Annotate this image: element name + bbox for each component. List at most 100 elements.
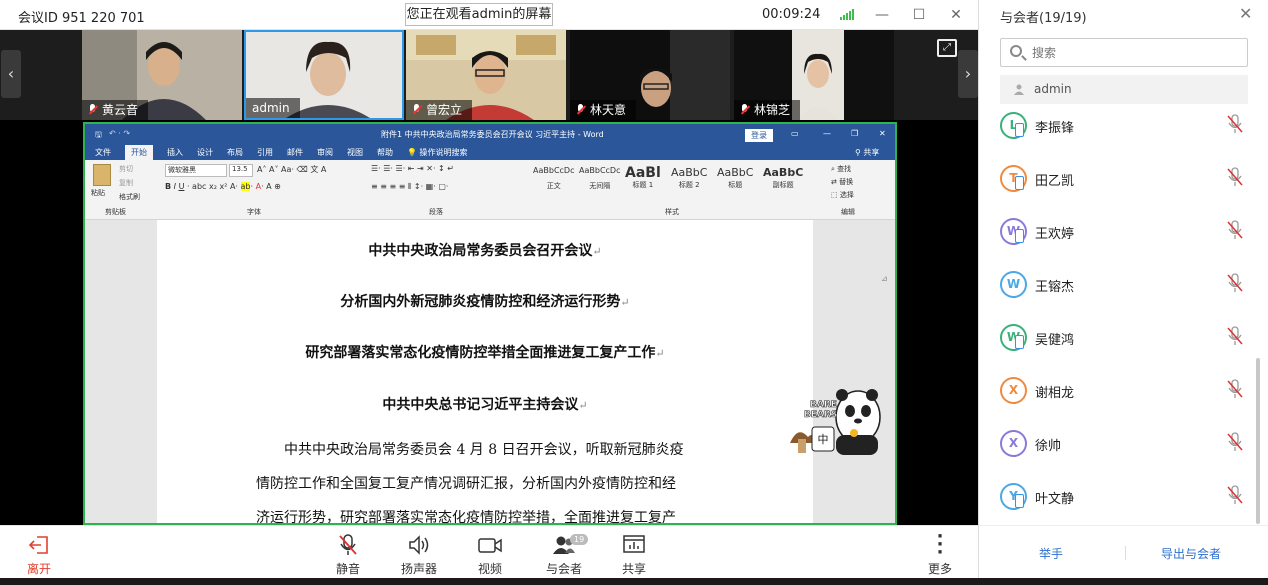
video-tile[interactable]: 林天意 xyxy=(570,30,730,120)
tab-view: 视图 xyxy=(347,147,363,157)
participant-item[interactable]: W 吴健鸿 xyxy=(979,312,1268,365)
sticker-text-bears: BEARS xyxy=(804,410,837,420)
doc-heading-2: 分析国内外新冠肺炎疫情防控和经济运行形势↵ xyxy=(340,294,630,310)
participant-item[interactable]: X 谢相龙 xyxy=(979,365,1268,418)
muted-mic-icon xyxy=(1227,273,1243,292)
close-window-button[interactable]: ✕ xyxy=(943,4,969,26)
tab-file: 文件 xyxy=(95,147,111,157)
prev-video-button[interactable]: ‹ xyxy=(1,50,21,98)
video-tile[interactable]: 黄云音 xyxy=(82,30,242,120)
muted-mic-icon xyxy=(1227,326,1243,345)
participant-item[interactable]: T 田乙凯 xyxy=(979,153,1268,206)
mobile-device-icon xyxy=(1015,229,1024,243)
participant-item[interactable]: Y 叶文静 xyxy=(979,471,1268,524)
participants-count-badge: 19 xyxy=(570,534,589,545)
avatar: T xyxy=(1000,165,1027,192)
share-screen-icon xyxy=(623,535,645,553)
cut-label: 剪切 xyxy=(119,165,133,173)
paragraph-list-icons: ☰· ☰· ☰· ⇤ ⇥ ✕· ↕ ↵ xyxy=(371,164,455,173)
tab-design: 设计 xyxy=(197,147,213,157)
video-button[interactable]: 视频 xyxy=(460,532,520,577)
login-button[interactable]: 登录 xyxy=(745,129,773,142)
minimize-button[interactable]: — xyxy=(869,4,895,26)
document-page: 中共中央政治局常务委员会召开会议↵ 分析国内外新冠肺炎疫情防控和经济运行形势↵ … xyxy=(157,220,813,523)
style-heading2: AaBbC 标题 2 xyxy=(671,166,708,189)
muted-mic-icon xyxy=(576,104,585,116)
participant-item[interactable]: X 徐帅 xyxy=(979,418,1268,471)
format-painter-label: 格式刷 xyxy=(119,193,140,201)
video-tile-label: admin xyxy=(246,98,300,118)
tab-home: 开始 xyxy=(125,144,153,160)
select-label: ⬚ 选择 xyxy=(831,191,854,199)
video-tile-active-speaker[interactable]: admin xyxy=(244,30,404,120)
fullscreen-icon[interactable]: ⤢ xyxy=(937,39,957,57)
panel-footer: 举手 导出与会者 xyxy=(979,525,1268,585)
participant-item[interactable]: W 王镕杰 xyxy=(979,259,1268,312)
word-title-bar: 🖫 ↶ · ↷ 附件1 中共中央政治局常务委员会召开会议 习近平主持 - Wor… xyxy=(85,124,895,144)
save-icon: 🖫 xyxy=(95,130,102,139)
muted-mic-icon xyxy=(412,104,421,116)
panel-close-icon[interactable]: ✕ xyxy=(1239,4,1252,23)
next-video-button[interactable]: › xyxy=(958,50,978,98)
tell-me-search: 💡 操作说明搜索 xyxy=(407,147,468,157)
leave-button[interactable]: 离开 xyxy=(9,532,69,577)
speaker-button[interactable]: 扬声器 xyxy=(389,532,449,577)
word-restore-icon: ❐ xyxy=(851,129,859,138)
participant-item[interactable]: L 李振锋 xyxy=(979,104,1268,153)
video-tile-label: 林天意 xyxy=(570,100,637,120)
doc-heading-3: 研究部署落实常态化疫情防控举措全面推进复工复产工作↵ xyxy=(305,345,665,361)
host-row[interactable]: admin xyxy=(1000,75,1248,104)
video-tile[interactable]: 曾宏立 xyxy=(406,30,566,120)
tab-help: 帮助 xyxy=(377,147,393,157)
participant-item[interactable]: W 王欢婷 xyxy=(979,206,1268,259)
ribbon-display-icon: ▭ xyxy=(791,129,799,138)
maximize-button[interactable]: ☐ xyxy=(906,4,932,26)
avatar: W xyxy=(1000,218,1027,245)
muted-mic-icon xyxy=(1227,485,1243,504)
avatar: X xyxy=(1000,430,1027,457)
muted-mic-icon xyxy=(1227,379,1243,398)
font-format-icons: B I U · abc x₂ x² A· ab· A· A ⊕ xyxy=(165,182,281,191)
paragraph-align-icons: ≡ ≡ ≡ ≡ ⫴ ↕· ▦· ▢· xyxy=(371,182,449,191)
group-paragraph: 段落 xyxy=(429,208,443,216)
sticker-text-bare: BARE xyxy=(810,400,837,410)
participant-list-scrollbar[interactable] xyxy=(1256,358,1260,524)
more-button[interactable]: · · · 更多 xyxy=(910,528,970,577)
muted-mic-icon xyxy=(1227,220,1243,239)
muted-microphone-icon xyxy=(339,534,357,555)
signal-strength-icon xyxy=(840,9,854,20)
mute-button[interactable]: 静音 xyxy=(318,532,378,577)
word-close-icon: ✕ xyxy=(879,129,886,138)
find-label: ⌕ 查找 xyxy=(831,165,852,173)
video-tile[interactable]: 林锦芝 xyxy=(734,30,894,120)
taskbar-strip xyxy=(0,578,1268,585)
doc-paragraph-line-1: 中共中央政治局常务委员会 4 月 8 日召开会议，听取新冠肺炎疫 xyxy=(284,442,684,458)
tab-mailings: 邮件 xyxy=(287,147,303,157)
muted-mic-icon xyxy=(88,104,97,116)
search-input[interactable] xyxy=(1032,43,1232,63)
avatar: Y xyxy=(1000,483,1027,510)
avatar: W xyxy=(1000,324,1027,351)
mobile-device-icon xyxy=(1015,494,1024,508)
sticker-char: 中 xyxy=(818,433,829,446)
replace-label: ⇄ 替换 xyxy=(831,178,854,186)
participants-button[interactable]: 19 与会者 xyxy=(534,532,594,577)
video-tile-label: 黄云音 xyxy=(82,100,149,120)
share-button[interactable]: 共享 xyxy=(604,532,664,577)
export-participants-button[interactable]: 导出与会者 xyxy=(1161,545,1221,562)
style-no-spacing: AaBbCcDc 无间隔 xyxy=(579,166,621,190)
footer-divider xyxy=(1125,546,1126,560)
avatar: W xyxy=(1000,271,1027,298)
video-tile-label: 曾宏立 xyxy=(406,100,473,120)
bear-sticker: 中 BARE BEARS xyxy=(790,389,881,455)
mobile-device-icon xyxy=(1015,123,1024,137)
font-name-box: 微软雅黑 xyxy=(165,164,227,177)
undo-icon: ↶ · ↷ xyxy=(109,129,131,138)
leave-icon xyxy=(28,536,48,554)
paste-label: 粘贴 xyxy=(91,189,105,197)
avatar: X xyxy=(1000,377,1027,404)
style-subtitle: AaBbC 副标题 xyxy=(763,166,804,189)
raise-hand-button[interactable]: 举手 xyxy=(1039,545,1063,562)
font-grow-icons: A˄ A˅ Aa· ⌫ 文 A xyxy=(257,165,327,174)
document-area: 中共中央政治局常务委员会召开会议↵ 分析国内外新冠肺炎疫情防控和经济运行形势↵ … xyxy=(85,220,895,523)
